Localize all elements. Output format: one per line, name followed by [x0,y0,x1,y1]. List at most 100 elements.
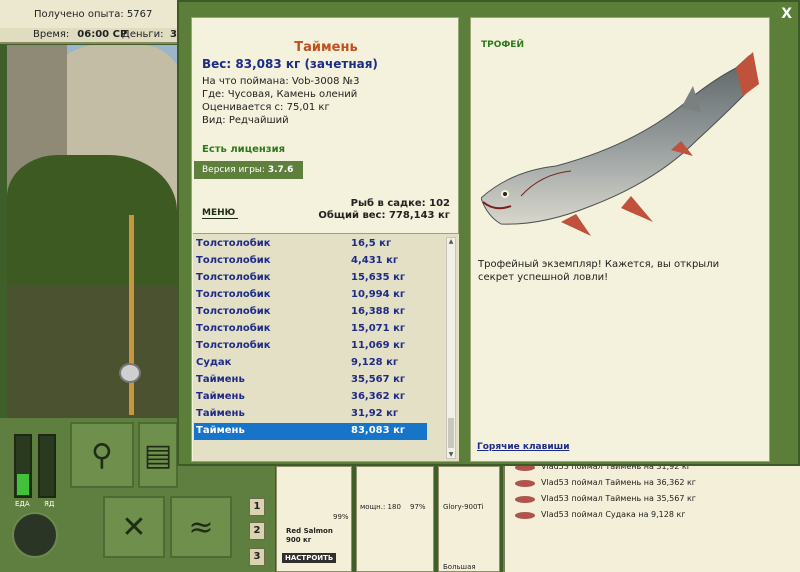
top-status-bar: Получено опыта: 5767 Время: 06:00 СР День… [0,0,180,44]
catch-row[interactable]: Таймень 83,083 кг [194,423,427,440]
forest [7,155,177,295]
menu-link[interactable]: МЕНЮ [202,208,235,218]
setup-button[interactable]: НАСТРОИТЬ [282,553,337,563]
hotkeys-link[interactable]: Горячие клавиши [477,442,570,452]
catch-fish-weight: 31,92 кг [351,408,399,419]
catch-fish-name: Толстолобик [196,289,271,300]
scroll-up-icon[interactable]: ▲ [447,238,455,245]
log-line: Vlad53 поймал Судака на 9,128 кг [541,510,686,519]
cauldron-icon[interactable] [12,512,58,558]
lure-size: Большая [443,563,476,571]
license-status: Есть лицензия [202,144,286,155]
catch-row[interactable]: Толстолобик 16,5 кг [194,236,427,253]
experience-label: Получено опыта: 5767 [34,9,153,20]
slot-button-1[interactable]: 1 [249,498,265,516]
line-name: Glory-900Ti [443,503,484,511]
catch-location: Где: Чусовая, Камень олений [202,89,358,100]
fish-icon [515,512,535,519]
rod-slot[interactable]: 99% Red Salmon 900 кг НАСТРОИТЬ [276,466,352,572]
trophy-threshold: Оценивается с: 75,01 кг [202,102,330,113]
total-weight: Общий вес: 778,143 кг [318,210,450,221]
catch-fish-name: Судак [196,357,232,368]
fish-icon [515,480,535,487]
catch-fish-weight: 10,994 кг [351,289,406,300]
scroll-down-icon[interactable]: ▼ [447,451,455,458]
catch-fish-name: Таймень [196,425,245,436]
food-gauge-fill [17,474,29,495]
catch-fish-name: Толстолобик [196,272,271,283]
taimen-fish-image [481,52,759,236]
log-line: Vlad53 поймал Таймень на 35,567 кг [541,494,696,503]
catch-fish-weight: 16,388 кг [351,306,406,317]
catch-fish-name: Толстолобик [196,323,271,334]
caught-with: На что поймана: Vob-3008 №3 [202,76,360,87]
bait-weight: 900 кг [286,536,312,544]
fish-name: Таймень [294,40,358,55]
catch-row[interactable]: Таймень 31,92 кг [194,406,427,423]
fishing-reel [119,363,141,383]
log-line: Vlad53 поймал Таймень на 36,362 кг [541,478,696,487]
reel-slot[interactable]: мощн.: 180 97% [356,466,434,572]
time-label: Время: [33,29,70,40]
catch-fish-weight: 35,567 кг [351,374,406,385]
catch-fish-name: Толстолобик [196,306,271,317]
food-icon[interactable]: ✕ [103,496,165,558]
version-label: Версия игры: [202,165,265,175]
catch-fish-weight: 11,069 кг [351,340,406,351]
trophy-description: Трофейный экземпляр! Кажется, вы открыли… [478,259,720,283]
fishing-rod [129,215,134,415]
fish-info-panel: Таймень Вес: 83,083 кг (зачетная) На что… [191,17,459,462]
fish-icon [515,496,535,503]
version-badge: Версия игры: 3.7.6 [194,161,303,179]
reel-percent: 97% [410,503,426,511]
catch-fish-weight: 83,083 кг [351,425,406,436]
time-value: 06:00 СР [77,29,128,40]
catch-fish-weight: 36,362 кг [351,391,406,402]
river-water [7,285,177,418]
other-gauge [38,434,56,498]
fish-weight: Вес: 83,083 кг (зачетная) [202,57,378,71]
slot-button-2[interactable]: 2 [249,522,265,540]
food-gauge-label: ЕДА [15,500,30,508]
catch-fish-weight: 4,431 кг [351,255,399,266]
catch-fish-name: Таймень [196,374,245,385]
money-label: Деньги: [122,29,164,40]
menu-underline [202,218,238,219]
catch-row[interactable]: Толстолобик 11,069 кг [194,338,427,355]
catch-fish-weight: 15,071 кг [351,323,406,334]
catch-row[interactable]: Толстолобик 10,994 кг [194,287,427,304]
catch-row[interactable]: Толстолобик 16,388 кг [194,304,427,321]
keepnet-stats: Рыб в садке: 102 Общий вес: 778,143 кг [318,198,450,222]
fish-kind: Вид: Редчайший [202,115,289,126]
food-gauge [14,434,32,498]
reel-power: мощн.: 180 [360,503,401,511]
tackle-box-icon[interactable]: ▤ [138,422,178,488]
rod-tool-icon[interactable]: ⚲ [70,422,134,488]
catch-list[interactable]: Таймень 83,083 кг Таймень 31,92 кг Таймень 36… [193,233,459,461]
other-gauge-label: ЯД [44,500,55,508]
scroll-thumb[interactable] [448,418,454,448]
catch-dialog: X Таймень Вес: 83,083 кг (зачетная) На ч… [177,0,800,466]
catch-fish-name: Таймень [196,391,245,402]
catch-fish-name: Толстолобик [196,238,271,249]
fish-icon[interactable]: ≈ [170,496,232,558]
catch-fish-weight: 15,635 кг [351,272,406,283]
catch-fish-name: Таймень [196,408,245,419]
catch-fish-name: Толстолобик [196,340,271,351]
catch-row[interactable]: Таймень 35,567 кг [194,372,427,389]
close-button[interactable]: X [781,6,792,22]
catch-row[interactable]: Судак 9,128 кг [194,355,427,372]
list-scrollbar[interactable]: ▲ ▼ [446,237,456,459]
money-value: 3 [170,29,177,40]
slot-button-3[interactable]: 3 [249,548,265,566]
catch-log: Vlad53 поймал Таймень на 31,92 кг Vlad53… [503,462,800,572]
version-value: 3.7.6 [267,165,294,175]
catch-row[interactable]: Таймень 36,362 кг [194,389,427,406]
line-slot[interactable]: Glory-900Ti Большая [438,466,500,572]
fishing-scene[interactable] [7,45,177,418]
fish-count: Рыб в садке: 102 [350,198,450,209]
catch-fish-name: Толстолобик [196,255,271,266]
catch-row[interactable]: Толстолобик 15,071 кг [194,321,427,338]
catch-row[interactable]: Толстолобик 4,431 кг [194,253,427,270]
catch-row[interactable]: Толстолобик 15,635 кг [194,270,427,287]
